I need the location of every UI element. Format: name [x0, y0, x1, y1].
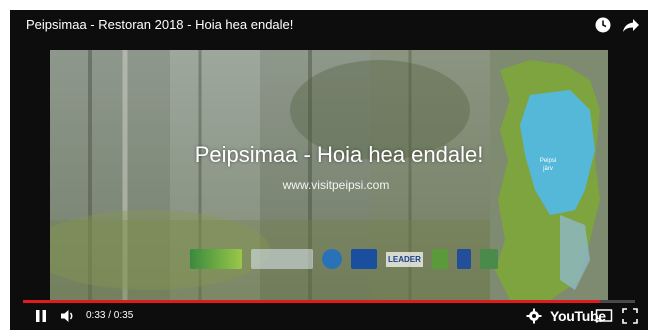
pause-button[interactable] — [34, 308, 48, 324]
volume-icon[interactable] — [60, 308, 76, 324]
control-bar: 0:33 / 0:35 YouTube — [10, 296, 648, 330]
peipsi-map-image: Peipsi järv — [490, 50, 608, 300]
leaf-logo — [431, 249, 448, 269]
time-display: 0:33 / 0:35 — [86, 310, 134, 321]
settings-gear-icon[interactable] — [526, 308, 542, 324]
progress-bar[interactable] — [23, 300, 635, 303]
top-right-actions — [594, 16, 640, 34]
video-title[interactable]: Peipsimaa - Restoran 2018 - Hoia hea end… — [26, 17, 293, 32]
video-frame[interactable]: Peipsi järv Peipsimaa - Hoia hea endale!… — [50, 50, 608, 300]
watch-later-clock-icon[interactable] — [594, 16, 612, 34]
eu-flag-icon — [351, 249, 377, 269]
leader-logo: LEADER — [386, 251, 423, 267]
flag-logo — [456, 249, 471, 269]
ministry-logo — [251, 249, 313, 269]
overlay-url: www.visitpeipsi.com — [282, 178, 390, 192]
progress-played — [23, 300, 601, 303]
video-player[interactable]: Peipsi järv Peipsimaa - Hoia hea endale!… — [10, 10, 648, 330]
green-square-logo — [479, 249, 498, 269]
fullscreen-icon[interactable] — [622, 308, 638, 324]
peipsimaa-logo — [190, 249, 242, 269]
sponsor-logos: LEADER — [190, 246, 498, 272]
circle-logo — [322, 249, 342, 269]
overlay-heading: Peipsimaa - Hoia hea endale! — [194, 142, 484, 167]
cast-icon[interactable] — [595, 308, 613, 324]
share-arrow-icon[interactable] — [622, 16, 640, 34]
